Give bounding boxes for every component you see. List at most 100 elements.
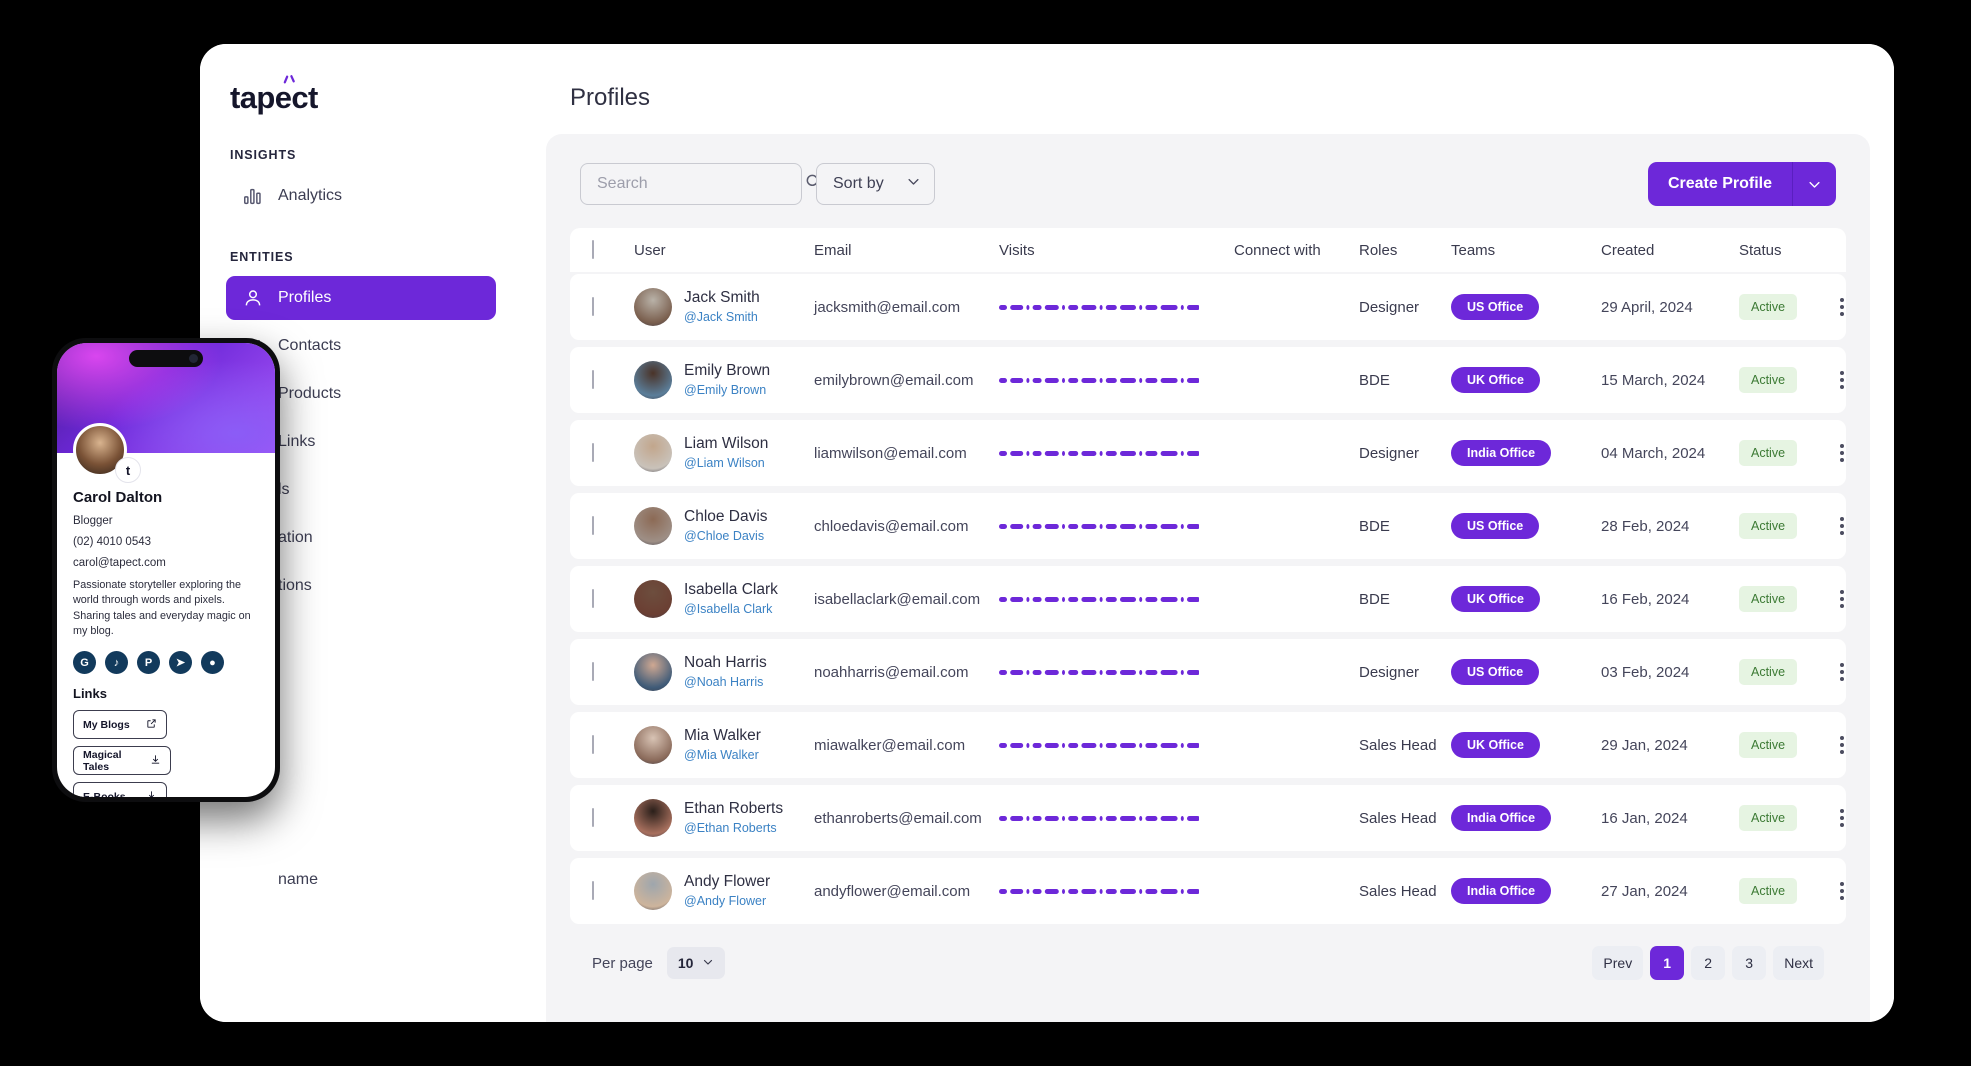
- create-profile-button-group[interactable]: Create Profile: [1647, 162, 1836, 206]
- row-checkbox[interactable]: [592, 297, 594, 316]
- row-checkbox[interactable]: [592, 589, 594, 608]
- column-header-connect[interactable]: Connect with: [1234, 242, 1359, 259]
- row-more-menu-icon[interactable]: [1834, 292, 1850, 322]
- user-handle[interactable]: @Chloe Davis: [684, 529, 764, 543]
- create-profile-button[interactable]: Create Profile: [1648, 162, 1792, 206]
- pagination-button-3[interactable]: 3: [1732, 946, 1767, 980]
- user-handle[interactable]: @Jack Smith: [684, 310, 758, 324]
- profile-card-email[interactable]: carol@tapect.com: [73, 557, 259, 569]
- download-icon: [146, 790, 157, 797]
- row-more-menu-icon[interactable]: [1834, 730, 1850, 760]
- user-email[interactable]: ethanroberts@email.com: [814, 810, 999, 827]
- tiktok-icon[interactable]: ♪: [105, 651, 128, 675]
- table-row[interactable]: Andy Flower @Andy Flower andyflower@email.…: [570, 858, 1846, 924]
- hidden-icon: [242, 869, 264, 891]
- column-header-created[interactable]: Created: [1601, 242, 1739, 259]
- sort-by-label: Sort by: [833, 175, 884, 192]
- team-cell: UK Office: [1451, 367, 1601, 393]
- row-select-cell: [592, 589, 634, 608]
- row-more-menu-icon[interactable]: [1834, 511, 1850, 541]
- search-input[interactable]: [597, 175, 804, 193]
- sidebar-item-label: tions: [278, 577, 312, 594]
- team-cell: US Office: [1451, 659, 1601, 685]
- pinterest-icon[interactable]: P: [137, 651, 160, 675]
- row-checkbox[interactable]: [592, 516, 594, 535]
- table-row[interactable]: Liam Wilson @Liam Wilson liamwilson@email.…: [570, 420, 1846, 486]
- status-badge: Active: [1739, 367, 1798, 393]
- profiles-table: User Email Visits Connect with Roles Tea…: [546, 228, 1870, 924]
- user-email[interactable]: andyflower@email.com: [814, 883, 999, 900]
- user-handle[interactable]: @Liam Wilson: [684, 456, 765, 470]
- link-chip[interactable]: Magical Tales: [73, 746, 171, 776]
- column-header-teams[interactable]: Teams: [1451, 242, 1601, 259]
- sidebar-item-profiles[interactable]: Profiles: [226, 276, 496, 320]
- row-checkbox[interactable]: [592, 881, 594, 900]
- column-header-visits[interactable]: Visits: [999, 242, 1234, 259]
- user-handle[interactable]: @Mia Walker: [684, 748, 759, 762]
- user-handle[interactable]: @Emily Brown: [684, 383, 766, 397]
- telegram-icon[interactable]: ➤: [169, 651, 192, 675]
- avatar: [634, 507, 672, 545]
- table-row[interactable]: Chloe Davis @Chloe Davis chloedavis@email.…: [570, 493, 1846, 559]
- row-checkbox[interactable]: [592, 443, 594, 462]
- table-row[interactable]: Mia Walker @Mia Walker miawalker@email.com…: [570, 712, 1846, 778]
- team-badge: US Office: [1451, 659, 1540, 685]
- user-email[interactable]: noahharris@email.com: [814, 664, 999, 681]
- user-email[interactable]: jacksmith@email.com: [814, 299, 999, 316]
- row-more-menu-icon[interactable]: [1834, 803, 1850, 833]
- select-all-checkbox[interactable]: [592, 240, 594, 259]
- row-select-cell: [592, 808, 634, 827]
- sort-by-dropdown[interactable]: Sort by: [816, 163, 935, 205]
- location-icon[interactable]: ●: [201, 651, 224, 675]
- link-chip[interactable]: My Blogs: [73, 710, 167, 740]
- pagination-button-prev[interactable]: Prev: [1592, 946, 1644, 980]
- row-more-menu-icon[interactable]: [1834, 438, 1850, 468]
- user-handle[interactable]: @Noah Harris: [684, 675, 763, 689]
- user-handle[interactable]: @Ethan Roberts: [684, 821, 777, 835]
- table-row[interactable]: Emily Brown @Emily Brown emilybrown@email.…: [570, 347, 1846, 413]
- profile-card-phone[interactable]: (02) 4010 0543: [73, 536, 259, 548]
- google-icon[interactable]: G: [73, 651, 96, 675]
- row-checkbox[interactable]: [592, 808, 594, 827]
- app-logo[interactable]: tapect: [230, 75, 318, 116]
- row-more-menu-icon[interactable]: [1834, 584, 1850, 614]
- status-badge: Active: [1739, 805, 1798, 831]
- row-more-menu-icon[interactable]: [1834, 657, 1850, 687]
- verified-badge: t: [115, 457, 141, 483]
- create-profile-caret-button[interactable]: [1792, 162, 1836, 206]
- pagination-button-next[interactable]: Next: [1773, 946, 1824, 980]
- row-more-menu-icon[interactable]: [1834, 365, 1850, 395]
- analytics-icon: [242, 185, 264, 207]
- column-header-roles[interactable]: Roles: [1359, 242, 1451, 259]
- row-checkbox[interactable]: [592, 370, 594, 389]
- user-email[interactable]: emilybrown@email.com: [814, 372, 999, 389]
- user-email[interactable]: chloedavis@email.com: [814, 518, 999, 535]
- table-row[interactable]: Isabella Clark @Isabella Clark isabellacla…: [570, 566, 1846, 632]
- pagination-button-1[interactable]: 1: [1650, 946, 1685, 980]
- row-more-menu-icon[interactable]: [1834, 876, 1850, 906]
- pagination-button-2[interactable]: 2: [1691, 946, 1726, 980]
- table-row[interactable]: Noah Harris @Noah Harris noahharris@email.…: [570, 639, 1846, 705]
- column-header-email[interactable]: Email: [814, 242, 999, 259]
- column-header-status[interactable]: Status: [1739, 242, 1834, 259]
- user-name: Isabella Clark: [684, 581, 778, 599]
- user-handle[interactable]: @Andy Flower: [684, 894, 766, 908]
- user-cell: Emily Brown @Emily Brown: [634, 361, 814, 399]
- row-checkbox[interactable]: [592, 662, 594, 681]
- sidebar-item-8[interactable]: name: [226, 858, 496, 902]
- per-page-select[interactable]: 10: [666, 947, 726, 979]
- search-field[interactable]: [580, 163, 821, 205]
- column-header-user[interactable]: User: [634, 242, 814, 259]
- link-chip[interactable]: E-Books: [73, 782, 167, 797]
- visits-sparkline: [999, 882, 1234, 900]
- table-row[interactable]: Jack Smith @Jack Smith jacksmith@email.com…: [570, 274, 1846, 340]
- user-handle[interactable]: @Isabella Clark: [684, 602, 772, 616]
- user-email[interactable]: liamwilson@email.com: [814, 445, 999, 462]
- row-checkbox[interactable]: [592, 735, 594, 754]
- row-actions-cell: [1834, 365, 1850, 395]
- sidebar-item-analytics[interactable]: Analytics: [226, 174, 496, 218]
- user-role: Sales Head: [1359, 882, 1437, 900]
- user-email[interactable]: isabellaclark@email.com: [814, 591, 999, 608]
- user-email[interactable]: miawalker@email.com: [814, 737, 999, 754]
- table-row[interactable]: Ethan Roberts @Ethan Roberts ethanroberts@…: [570, 785, 1846, 851]
